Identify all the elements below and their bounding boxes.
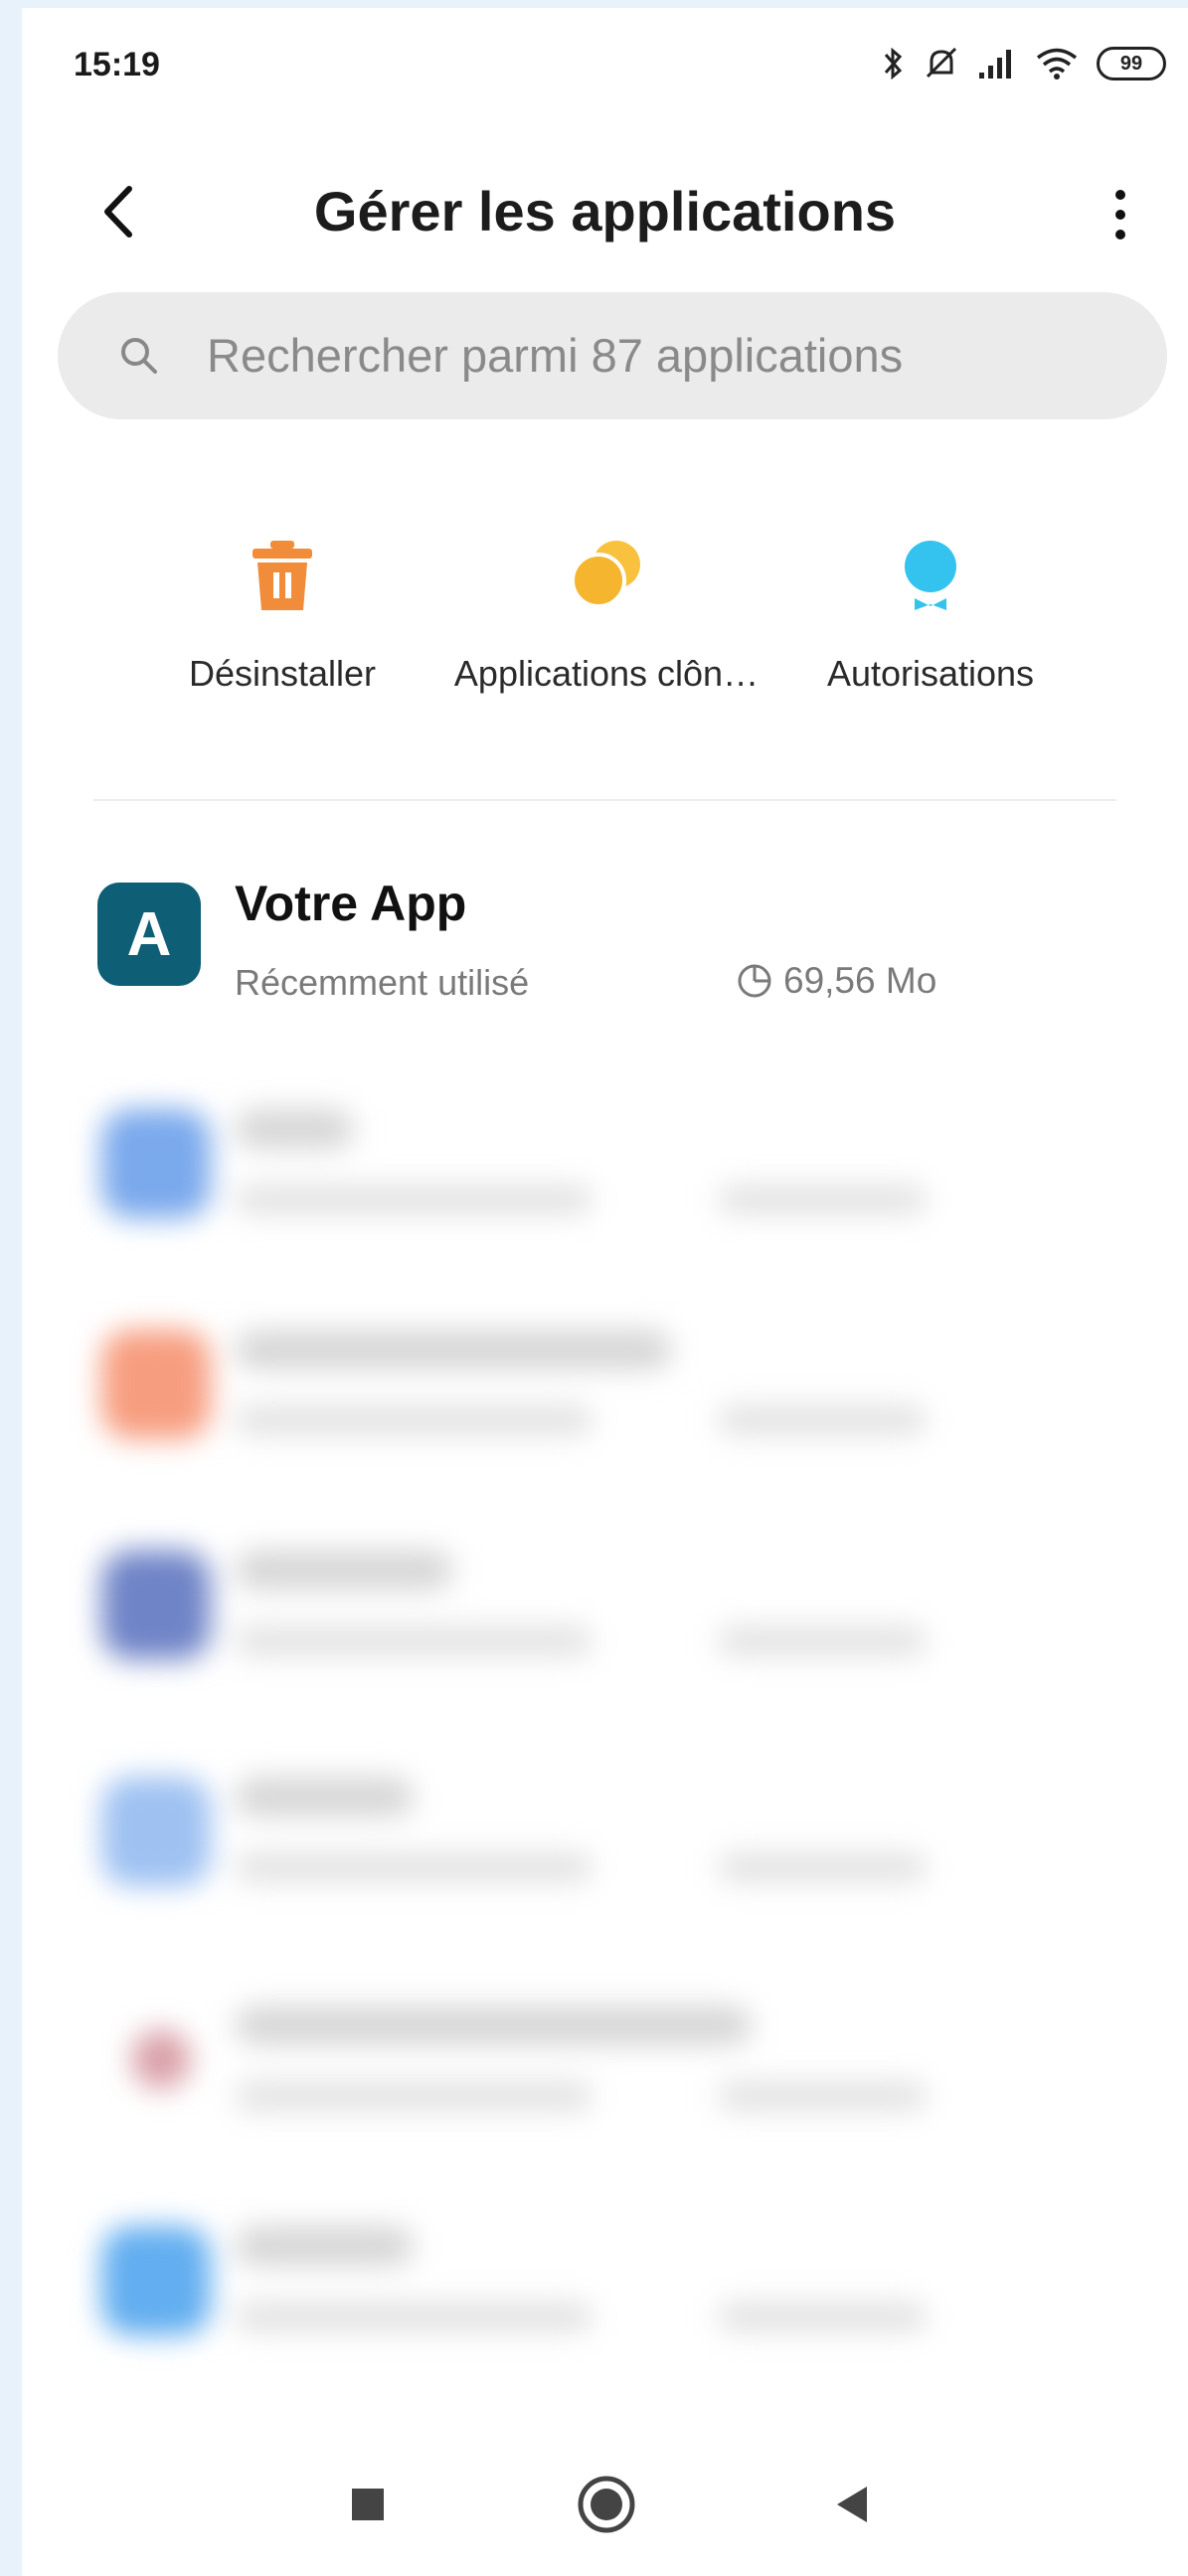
home-circle-icon[interactable] (575, 2473, 638, 2536)
blurred-app-name (235, 2226, 414, 2266)
top-app-bar: Gérer les applications (22, 157, 1188, 266)
bluetooth-icon (884, 47, 903, 80)
search-input[interactable]: Rechercher parmi 87 applications (207, 328, 903, 383)
app-size-value: 69,56 Mo (783, 960, 937, 1001)
divider (93, 799, 1116, 801)
app-usage-status: Récemment utilisé (235, 962, 530, 1003)
blurred-app-item (22, 2226, 1188, 2375)
quick-action-label: Autorisations (826, 653, 1035, 694)
blurred-app-sub (235, 1626, 593, 1656)
blurred-app-icon (101, 2226, 211, 2335)
blurred-app-sub (235, 2081, 593, 2111)
phone-screen: 15:19 99 Gérer les applications Recherch… (22, 8, 1188, 2576)
wifi-icon (1036, 48, 1078, 80)
signal-icon (979, 50, 1011, 79)
dual-apps-icon (571, 541, 640, 608)
blurred-app-item (22, 1550, 1188, 1699)
blurred-app-name (235, 2006, 752, 2045)
dual-apps-action[interactable]: Applications clôn… (437, 535, 775, 714)
blurred-app-sub (235, 1185, 593, 1214)
blurred-app-size (718, 2081, 927, 2111)
blurred-app-size (718, 1185, 927, 1214)
page-title: Gérer les applications (313, 180, 897, 242)
permissions-icon (905, 541, 956, 610)
app-name: Votre App (235, 876, 467, 931)
navigation-bar (22, 2433, 1188, 2576)
blurred-app-icon (101, 1777, 211, 1886)
status-bar: 15:19 99 (22, 8, 1188, 132)
app-icon: A (97, 883, 201, 986)
blurred-app-name (235, 1550, 453, 1590)
app-list-item[interactable]: A Votre App Récemment utilisé 69,56 Mo (22, 876, 1188, 1061)
blurred-app-size (718, 1852, 927, 1882)
blurred-app-icon (101, 1550, 211, 1660)
more-options-icon[interactable] (1101, 175, 1140, 254)
storage-pie-icon (738, 964, 771, 998)
trash-icon (253, 541, 312, 610)
status-time: 15:19 (74, 46, 160, 83)
blurred-app-icon (101, 1109, 211, 1218)
app-storage-size: 69,56 Mo (736, 960, 936, 1002)
blurred-app-name (235, 1777, 414, 1817)
battery-indicator: 99 (1097, 47, 1166, 80)
blurred-app-size (718, 1405, 927, 1435)
back-triangle-icon[interactable] (823, 2473, 887, 2536)
blurred-app-sub (235, 1852, 593, 1882)
recents-square-icon[interactable] (336, 2473, 400, 2536)
search-icon (121, 338, 157, 374)
blurred-app-size (718, 1626, 927, 1656)
quick-action-label: Désinstaller (188, 653, 377, 694)
uninstall-action[interactable]: Désinstaller (113, 535, 451, 714)
blurred-app-item (22, 1777, 1188, 1926)
blurred-app-sub (235, 1405, 593, 1435)
blurred-app-name (235, 1330, 672, 1369)
blurred-app-sub (235, 2302, 593, 2332)
blurred-app-icon (131, 2029, 191, 2089)
search-bar[interactable]: Rechercher parmi 87 applications (58, 292, 1167, 419)
blurred-app-size (718, 2302, 927, 2332)
status-icons: 99 (882, 42, 1166, 85)
quick-action-label: Applications clôn… (453, 653, 760, 694)
blurred-app-icon (101, 1330, 211, 1439)
blurred-app-item (22, 1330, 1188, 1479)
permissions-action[interactable]: Autorisations (762, 535, 1100, 714)
blurred-app-item (22, 1109, 1188, 1258)
blurred-app-item (22, 2006, 1188, 2155)
blurred-app-name (235, 1109, 354, 1149)
silent-bell-icon (926, 47, 957, 79)
